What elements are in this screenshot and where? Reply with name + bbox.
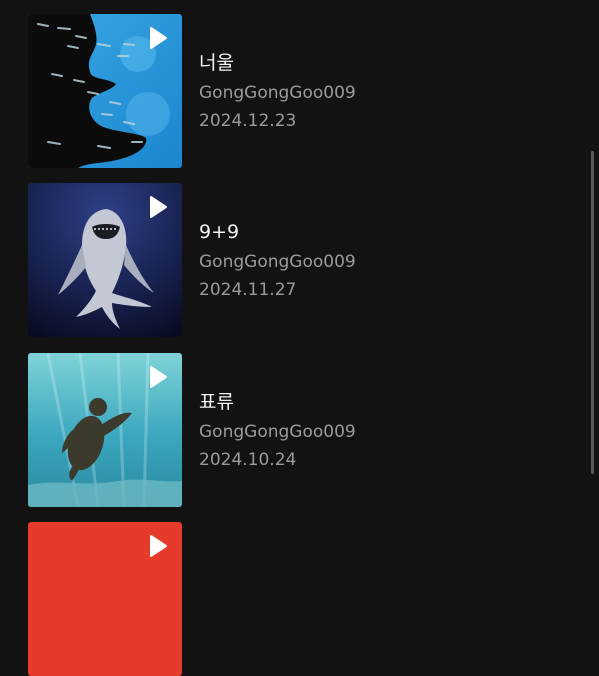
channel-name[interactable]: GongGongGoo009 bbox=[199, 421, 539, 443]
play-icon[interactable] bbox=[148, 26, 168, 50]
video-title[interactable]: 표류 bbox=[199, 389, 539, 415]
video-thumbnail[interactable] bbox=[28, 183, 182, 337]
video-list-item[interactable]: 표류 GongGongGoo009 2024.10.24 bbox=[28, 353, 548, 507]
video-list-item[interactable]: 9+9 GongGongGoo009 2024.11.27 bbox=[28, 183, 548, 337]
play-icon[interactable] bbox=[148, 195, 168, 219]
video-list-item[interactable]: 너울 GongGongGoo009 2024.12.23 bbox=[28, 14, 548, 168]
video-info: 너울 GongGongGoo009 2024.12.23 bbox=[199, 50, 539, 132]
video-info: 표류 GongGongGoo009 2024.10.24 bbox=[199, 389, 539, 471]
play-icon[interactable] bbox=[148, 534, 168, 558]
video-thumbnail[interactable] bbox=[28, 353, 182, 507]
video-title[interactable]: 9+9 bbox=[199, 219, 539, 245]
vertical-scrollbar[interactable] bbox=[591, 151, 594, 474]
channel-name[interactable]: GongGongGoo009 bbox=[199, 251, 539, 273]
upload-date: 2024.11.27 bbox=[199, 280, 297, 300]
video-thumbnail[interactable] bbox=[28, 14, 182, 168]
video-info: 9+9 GongGongGoo009 2024.11.27 bbox=[199, 219, 539, 301]
play-icon[interactable] bbox=[148, 365, 168, 389]
video-list: 너울 GongGongGoo009 2024.12.23 9+9 GongGon… bbox=[0, 0, 599, 676]
upload-date: 2024.10.24 bbox=[199, 450, 297, 470]
channel-name[interactable]: GongGongGoo009 bbox=[199, 82, 539, 104]
video-list-item[interactable] bbox=[28, 522, 548, 676]
upload-date: 2024.12.23 bbox=[199, 111, 297, 131]
video-thumbnail[interactable] bbox=[28, 522, 182, 676]
video-title[interactable]: 너울 bbox=[199, 50, 539, 76]
